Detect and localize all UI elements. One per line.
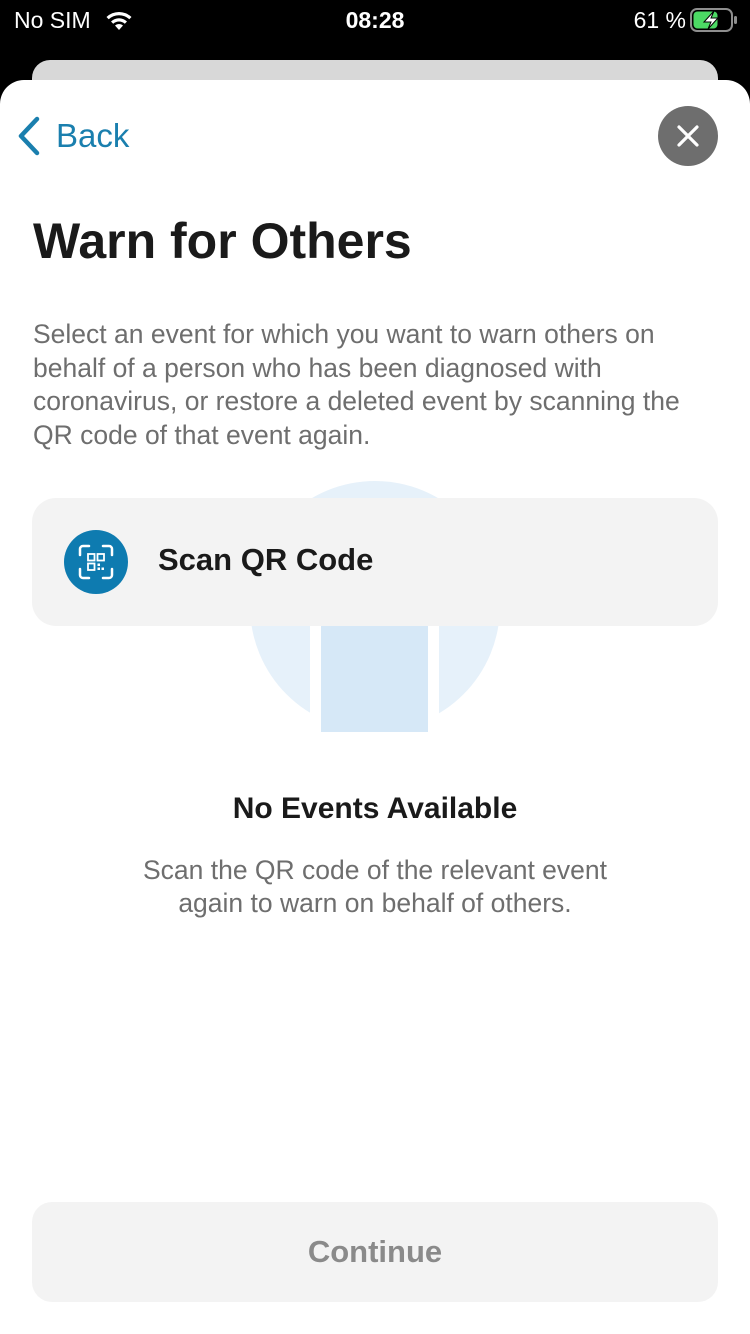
status-bar: No SIM 08:28 61 % [0,0,750,44]
continue-button[interactable]: Continue [32,1202,718,1302]
close-icon [677,125,699,147]
back-label: Back [56,117,130,154]
battery-charging-icon [690,8,737,32]
close-button[interactable] [658,106,718,166]
scan-qr-code-button[interactable]: Scan QR Code [32,498,718,626]
battery-percent: 61 % [633,7,686,33]
qr-code-scan-icon [64,530,128,594]
modal-sheet: Back Warn for Others Select an event for… [0,80,750,1334]
page-title: Warn for Others [33,213,412,269]
page-description: Select an event for which you want to wa… [33,319,680,450]
back-button[interactable]: Back [16,116,129,156]
chevron-left-icon [18,116,40,156]
scan-qr-code-label: Scan QR Code [158,542,374,577]
empty-state-title: No Events Available [232,792,518,825]
empty-state-text: Scan the QR code of the relevant event a… [142,855,608,918]
